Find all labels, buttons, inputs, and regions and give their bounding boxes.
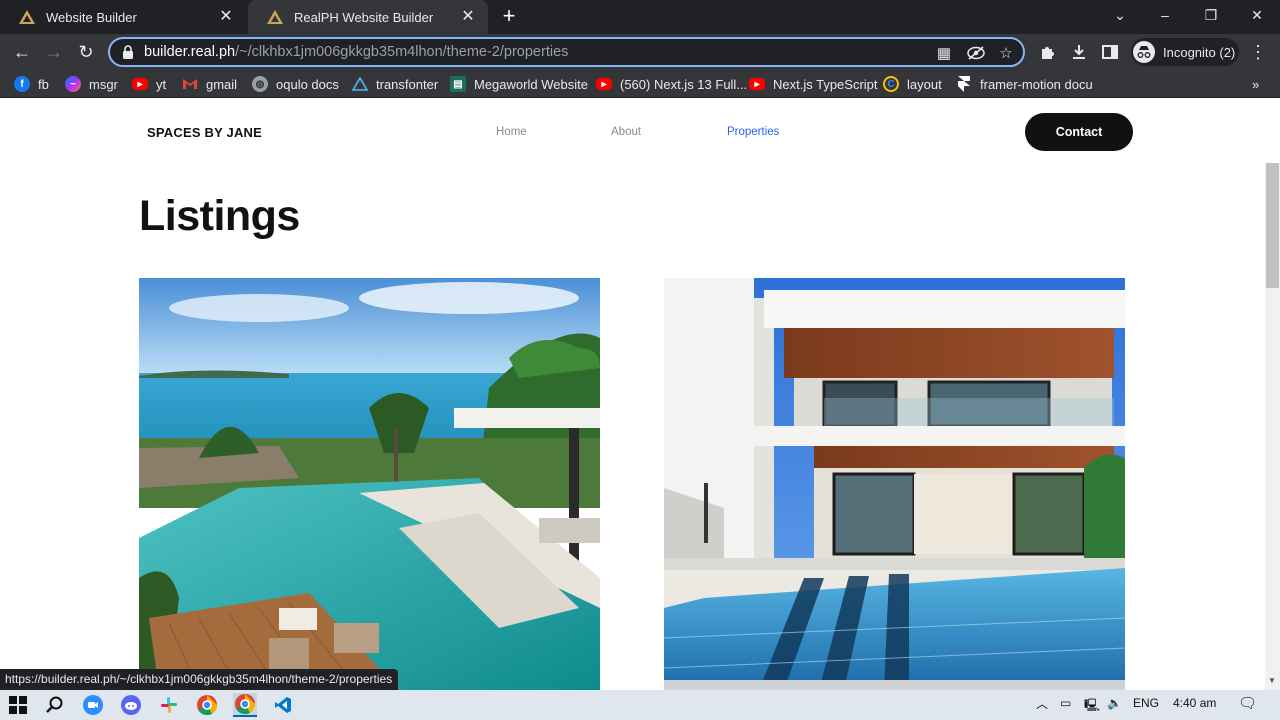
kebab-menu-icon[interactable]: ⋮	[1246, 40, 1270, 64]
slack-app-icon[interactable]	[157, 693, 181, 717]
scrollbar-thumb[interactable]	[1266, 163, 1279, 288]
bookmark-label: layout	[907, 76, 942, 92]
browser-tabstrip: Website Builder ✕ RealPH Website Builder…	[0, 0, 1280, 34]
nav-about-link[interactable]: About	[611, 126, 641, 138]
qr-code-icon[interactable]: ▦	[934, 43, 954, 63]
bookmark-label: gmail	[206, 76, 238, 92]
site-brand-logo[interactable]: SPACES BY JANE	[147, 125, 262, 140]
youtube-icon: ▸	[132, 78, 148, 90]
url-path: /~/clkhbx1jm006gkkgb35m4lhon/theme-2/pro…	[235, 44, 569, 60]
url-host: builder.real.ph	[144, 44, 236, 60]
realph-logo-icon	[18, 8, 36, 26]
chrome-app-icon[interactable]	[195, 693, 219, 717]
triangle-icon	[352, 76, 368, 92]
listing-photo-tropical-pool	[139, 278, 600, 690]
notifications-icon[interactable]: 🗨	[1238, 694, 1257, 712]
windows-start-icon[interactable]	[6, 693, 30, 717]
bookmark-label: yt	[156, 76, 167, 92]
forward-arrow-icon[interactable]: →	[42, 40, 66, 64]
browser-toolbar: ← → ↻ builder.real.ph/~/clkhbx1jm006gkkg…	[0, 34, 1280, 70]
address-bar[interactable]: builder.real.ph/~/clkhbx1jm006gkkgb35m4l…	[108, 37, 1025, 67]
back-arrow-icon[interactable]: ←	[10, 40, 34, 64]
new-tab-plus-icon[interactable]: +	[498, 5, 520, 28]
window-close-icon[interactable]: ✕	[1234, 0, 1280, 30]
globe-icon: ◍	[252, 76, 268, 92]
bookmark-msgr[interactable]: ~ msgr	[65, 74, 118, 94]
incognito-profile-button[interactable]: Incognito (2)	[1131, 38, 1239, 66]
network-icon[interactable]: 🖳	[1084, 696, 1100, 717]
site-icon: ▤	[450, 76, 466, 92]
discord-app-icon[interactable]	[119, 693, 143, 717]
bookmark-label: Next.js TypeScript	[773, 76, 878, 92]
tab-title: Website Builder	[46, 9, 137, 25]
bookmark-label: (560) Next.js 13 Full...	[620, 76, 748, 92]
layout-icon: C	[883, 76, 899, 92]
bookmark-label: Megaworld Website	[474, 76, 588, 92]
bookmark-oqulo-docs[interactable]: ◍ oqulo docs	[252, 74, 339, 94]
bookmark-label: framer-motion docu	[980, 76, 1093, 92]
bookmark-framer-motion-docu[interactable]: framer-motion docu	[956, 74, 1093, 94]
tab-search-chevron-icon[interactable]: ⌄	[1097, 0, 1143, 30]
download-icon[interactable]	[1067, 40, 1091, 64]
reload-icon[interactable]: ↻	[74, 40, 98, 64]
bookmark-label: transfonter	[376, 76, 439, 92]
page-title: Listings	[139, 192, 300, 240]
bookmark-layout[interactable]: C layout	[883, 74, 942, 94]
bookmark-fb[interactable]: f fb	[14, 74, 49, 94]
overflow-label: »	[1252, 76, 1260, 92]
tray-chevron-up-icon[interactable]: ︿	[1036, 695, 1048, 712]
minimize-icon[interactable]: –	[1142, 0, 1188, 30]
lock-icon	[122, 45, 134, 59]
web-page: SPACES BY JANE Home About Properties Con…	[0, 104, 1265, 690]
star-bookmark-icon[interactable]: ☆	[996, 43, 1016, 63]
listing-card-2[interactable]	[664, 278, 1125, 690]
gmail-icon	[182, 76, 198, 92]
side-panel-icon[interactable]	[1098, 40, 1122, 64]
bookmark-transfonter[interactable]: transfonter	[352, 74, 438, 94]
realph-logo-icon	[266, 8, 284, 26]
link-status-bubble: https://builder.real.ph/~/clkhbx1jm006gk…	[0, 669, 399, 690]
incognito-icon	[1133, 41, 1155, 63]
bookmarks-overflow-icon[interactable]: »	[1252, 74, 1259, 94]
bookmark-label: msgr	[89, 76, 118, 92]
bookmark-nextjs-typescript[interactable]: ▸ Next.js TypeScript	[749, 74, 878, 94]
zoom-app-icon[interactable]	[81, 693, 105, 717]
tab-realph-website-builder[interactable]: RealPH Website Builder ✕	[248, 0, 488, 34]
nav-home-link[interactable]: Home	[496, 126, 527, 138]
volume-icon[interactable]: 🔈	[1107, 696, 1122, 710]
bookmark-label: fb	[38, 76, 49, 92]
language-indicator[interactable]: ENG	[1133, 696, 1159, 710]
scroll-down-arrow-icon[interactable]: ▼	[1268, 676, 1278, 686]
search-icon[interactable]	[43, 693, 67, 717]
profile-label: Incognito (2)	[1163, 44, 1236, 60]
bookmark-nextjs-13-full[interactable]: ▸ (560) Next.js 13 Full...	[596, 74, 747, 94]
bookmark-yt[interactable]: ▸ yt	[132, 74, 166, 94]
youtube-icon: ▸	[596, 78, 612, 90]
url-text: builder.real.ph/~/clkhbx1jm006gkkgb35m4l…	[144, 44, 568, 60]
clock-time[interactable]: 4:40 am	[1173, 696, 1216, 710]
bookmark-gmail[interactable]: gmail	[182, 74, 237, 94]
battery-icon[interactable]: ▭	[1060, 696, 1071, 710]
restore-icon[interactable]: ❐	[1188, 0, 1234, 30]
bookmark-megaworld-website[interactable]: ▤ Megaworld Website	[450, 74, 588, 94]
close-icon[interactable]: ✕	[218, 9, 234, 25]
listing-photo-modern-house	[664, 278, 1125, 690]
framer-icon	[956, 76, 972, 92]
chrome-incognito-app-icon[interactable]	[233, 693, 257, 717]
windows-taskbar: ︿ ▭ 🖳 🔈 ENG 4:40 am 🗨	[0, 690, 1280, 720]
close-icon[interactable]: ✕	[460, 9, 476, 25]
bookmark-label: oqulo docs	[276, 76, 339, 92]
listing-card-1[interactable]	[139, 278, 600, 690]
messenger-icon: ~	[65, 76, 81, 92]
contact-button[interactable]: Contact	[1025, 113, 1133, 151]
bookmarks-bar: f fb ~ msgr ▸ yt gmail ◍ oqulo docs tran…	[0, 70, 1280, 98]
tab-website-builder[interactable]: Website Builder ✕	[0, 0, 246, 34]
youtube-icon: ▸	[749, 78, 765, 90]
nav-properties-link[interactable]: Properties	[727, 126, 779, 138]
tab-title: RealPH Website Builder	[294, 9, 434, 25]
eye-off-icon[interactable]	[966, 43, 986, 63]
facebook-icon: f	[14, 76, 30, 92]
vscode-app-icon[interactable]	[271, 693, 295, 717]
extensions-puzzle-icon[interactable]	[1036, 40, 1060, 64]
